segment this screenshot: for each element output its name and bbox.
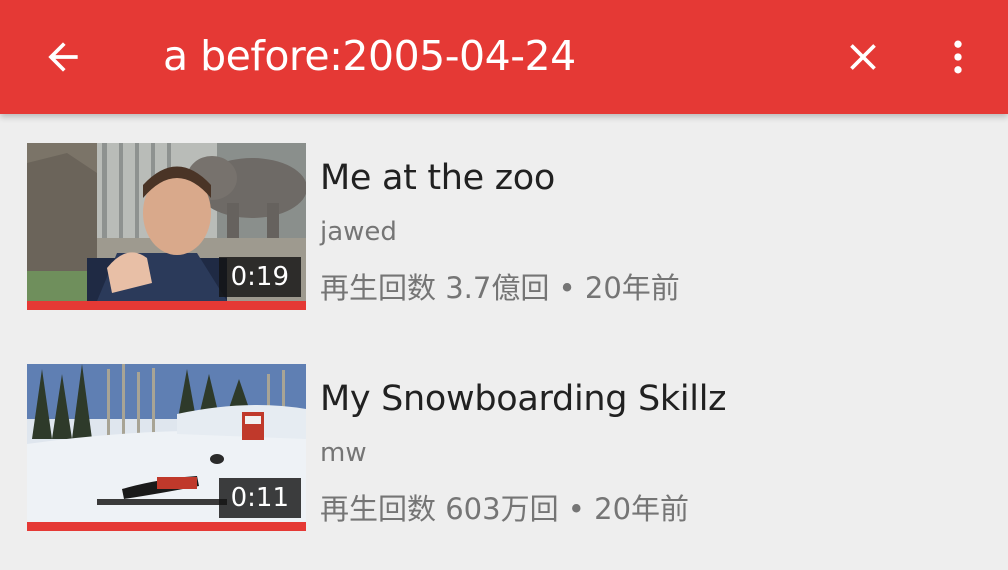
video-thumbnail[interactable]: 0:11 xyxy=(27,364,306,531)
video-title[interactable]: My Snowboarding Skillz xyxy=(320,379,727,419)
watched-progress-bar xyxy=(27,301,306,310)
arrow-left-icon xyxy=(48,42,78,72)
watched-progress-bar xyxy=(27,522,306,531)
video-result-item[interactable]: 0:11 My Snowboarding Skillz mw 再生回数 603万… xyxy=(0,335,1008,535)
video-duration-badge: 0:11 xyxy=(218,478,301,518)
channel-name: mw xyxy=(320,438,367,468)
video-thumbnail[interactable]: 0:19 xyxy=(27,143,306,310)
video-result-item[interactable]: 0:19 Me at the zoo jawed 再生回数 3.7億回 • 20… xyxy=(0,114,1008,314)
search-results-list: 0:19 Me at the zoo jawed 再生回数 3.7億回 • 20… xyxy=(0,114,1008,570)
back-button[interactable] xyxy=(28,22,98,92)
channel-name: jawed xyxy=(320,217,397,247)
video-stats: 再生回数 3.7億回 • 20年前 xyxy=(320,271,680,305)
close-icon xyxy=(850,44,876,70)
video-duration-badge: 0:19 xyxy=(218,257,301,297)
more-vert-icon xyxy=(954,40,962,74)
app-bar: a before:2005-04-24 xyxy=(0,0,1008,114)
video-stats: 再生回数 603万回 • 20年前 xyxy=(320,492,690,526)
more-options-button[interactable] xyxy=(924,22,992,92)
clear-search-button[interactable] xyxy=(828,22,898,92)
video-title[interactable]: Me at the zoo xyxy=(320,158,555,198)
search-query-text[interactable]: a before:2005-04-24 xyxy=(163,28,783,84)
